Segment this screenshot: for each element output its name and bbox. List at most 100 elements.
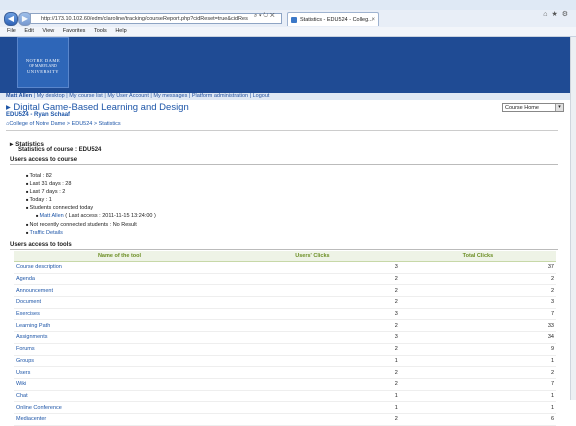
total-clicks-cell: 33: [399, 319, 556, 333]
users-clicks-cell: 1: [225, 355, 400, 368]
users-clicks-cell: 3: [225, 261, 400, 274]
page-subtitle: Statistics of course : EDU524: [18, 147, 102, 153]
menu-file[interactable]: File: [7, 28, 16, 34]
university-logo[interactable]: NOTRE DAME OF MARYLAND UNIVERSITY: [17, 37, 69, 88]
total-clicks-cell: 37: [399, 261, 556, 274]
table-header-row: Name of the tool Users' Clicks Total Cli…: [14, 251, 556, 262]
total-clicks-cell: 2: [399, 284, 556, 298]
tool-name-link[interactable]: Announcement: [14, 284, 225, 298]
browser-tab[interactable]: Statistics - EDU524 - Colleg... ×: [287, 12, 379, 26]
toolbar-icons[interactable]: ⌂★⚙: [543, 10, 572, 18]
tool-name-link[interactable]: Online Conference: [14, 401, 225, 414]
total-clicks-cell: 6: [399, 413, 556, 426]
stat-total: Total : 82: [26, 172, 156, 180]
menu-tools[interactable]: Tools: [94, 28, 107, 34]
col-total-clicks: Total Clicks: [399, 251, 556, 262]
total-clicks-cell: 9: [399, 343, 556, 356]
stat-not-connected: Not recently connected students : No Res…: [26, 221, 156, 229]
breadcrumb: ⌂College of Notre Dame > EDU524 > Statis…: [6, 121, 121, 127]
menu-bar: File Edit View Favorites Tools Help: [0, 27, 576, 37]
stat-last31: Last 31 days : 28: [26, 180, 156, 188]
total-clicks-cell: 3: [399, 296, 556, 309]
course-tool-select[interactable]: Course Home ▾: [502, 103, 564, 112]
tab-close-icon[interactable]: ×: [371, 13, 375, 26]
table-row: Forums 2 9: [14, 343, 556, 356]
users-clicks-cell: 2: [225, 366, 400, 379]
connected-user-link[interactable]: Matt Allen: [40, 213, 64, 219]
user-nav: Matt Allen | My desktop | My course list…: [0, 93, 571, 100]
nav-my-course-list[interactable]: My course list: [69, 93, 103, 99]
table-row: Mediacenter 2 6: [14, 413, 556, 426]
tool-name-link[interactable]: Document: [14, 296, 225, 309]
users-clicks-cell: 3: [225, 308, 400, 321]
tool-name-link[interactable]: Forums: [14, 343, 225, 356]
connected-user-row: Matt Allen ( Last access : 2011-11-15 13…: [26, 212, 156, 220]
table-row: Document 2 3: [14, 296, 556, 309]
tool-name-link[interactable]: Assignments: [14, 331, 225, 344]
users-clicks-cell: 2: [225, 319, 400, 333]
breadcrumb-statistics: Statistics: [98, 121, 121, 127]
table-row: Learning Path 2 33: [14, 319, 556, 333]
stat-today: Today : 1: [26, 196, 156, 204]
users-clicks-cell: 2: [225, 284, 400, 298]
total-clicks-cell: 2: [399, 366, 556, 379]
total-clicks-cell: 7: [399, 378, 556, 391]
total-clicks-cell: 2: [399, 273, 556, 286]
tool-name-link[interactable]: Users: [14, 366, 225, 379]
site-icon: [291, 17, 297, 23]
stat-connected-today: Students connected today: [26, 204, 156, 212]
access-header: Users access to course: [10, 157, 78, 163]
divider: [6, 130, 558, 131]
divider: [10, 164, 558, 165]
nav-platform-admin[interactable]: Platform administration: [192, 93, 248, 99]
users-clicks-cell: 3: [225, 331, 400, 344]
menu-view[interactable]: View: [42, 28, 54, 34]
nav-my-desktop[interactable]: My desktop: [37, 93, 65, 99]
tool-name-link[interactable]: Course description: [14, 261, 225, 274]
vertical-scrollbar[interactable]: [570, 37, 576, 400]
users-clicks-cell: 2: [225, 343, 400, 356]
url-actions[interactable]: ⌕ ▾ ↻ ✕: [254, 13, 275, 20]
browser-window: ◀ ▶ http://173.10.102.60/edm/claroline/t…: [0, 0, 576, 426]
col-tool-name: Name of the tool: [14, 251, 225, 262]
nav-my-messages[interactable]: My messages: [153, 93, 187, 99]
current-user[interactable]: Matt Allen: [6, 93, 32, 99]
users-clicks-cell: 1: [225, 401, 400, 414]
users-clicks-cell: 2: [225, 273, 400, 286]
url-input[interactable]: http://173.10.102.60/edm/claroline/track…: [30, 13, 282, 24]
menu-favorites[interactable]: Favorites: [63, 28, 86, 34]
tool-name-link[interactable]: Mediacenter: [14, 413, 225, 426]
tab-title: Statistics - EDU524 - Colleg...: [300, 17, 373, 23]
tools-header: Users access to tools: [10, 242, 72, 248]
breadcrumb-college[interactable]: College of Notre Dame: [9, 121, 65, 127]
nav-logout[interactable]: Logout: [253, 93, 270, 99]
table-row: Wiki 2 7: [14, 378, 556, 391]
table-row: Course description 3 37: [14, 261, 556, 274]
nav-my-user-account[interactable]: My User Account: [107, 93, 149, 99]
total-clicks-cell: 7: [399, 308, 556, 321]
chevron-down-icon: ▾: [555, 104, 563, 111]
tool-name-link[interactable]: Wiki: [14, 378, 225, 391]
table-row: Exercises 3 7: [14, 308, 556, 321]
users-clicks-cell: 2: [225, 378, 400, 391]
traffic-details-link[interactable]: Traffic Details: [30, 230, 63, 236]
back-button[interactable]: ◀: [4, 12, 18, 26]
site-banner: NOTRE DAME OF MARYLAND UNIVERSITY: [0, 37, 571, 93]
stat-last7: Last 7 days : 2: [26, 188, 156, 196]
menu-edit[interactable]: Edit: [24, 28, 33, 34]
total-clicks-cell: 1: [399, 401, 556, 414]
total-clicks-cell: 1: [399, 355, 556, 368]
menu-help[interactable]: Help: [115, 28, 126, 34]
col-users-clicks: Users' Clicks: [225, 251, 400, 262]
course-subtitle: EDU524 - Ryan Schaaf: [6, 112, 71, 118]
tool-name-link[interactable]: Groups: [14, 355, 225, 368]
tool-name-link[interactable]: Learning Path: [14, 319, 225, 333]
tool-name-link[interactable]: Agenda: [14, 273, 225, 286]
table-row: Announcement 2 2: [14, 284, 556, 298]
tool-name-link[interactable]: Exercises: [14, 308, 225, 321]
table-row: Assignments 3 34: [14, 331, 556, 344]
address-bar: ◀ ▶ http://173.10.102.60/edm/claroline/t…: [0, 10, 576, 28]
tools-table: Name of the tool Users' Clicks Total Cli…: [14, 251, 556, 426]
access-stats-list: Total : 82 Last 31 days : 28 Last 7 days…: [26, 172, 156, 237]
breadcrumb-course[interactable]: EDU524: [72, 121, 93, 127]
